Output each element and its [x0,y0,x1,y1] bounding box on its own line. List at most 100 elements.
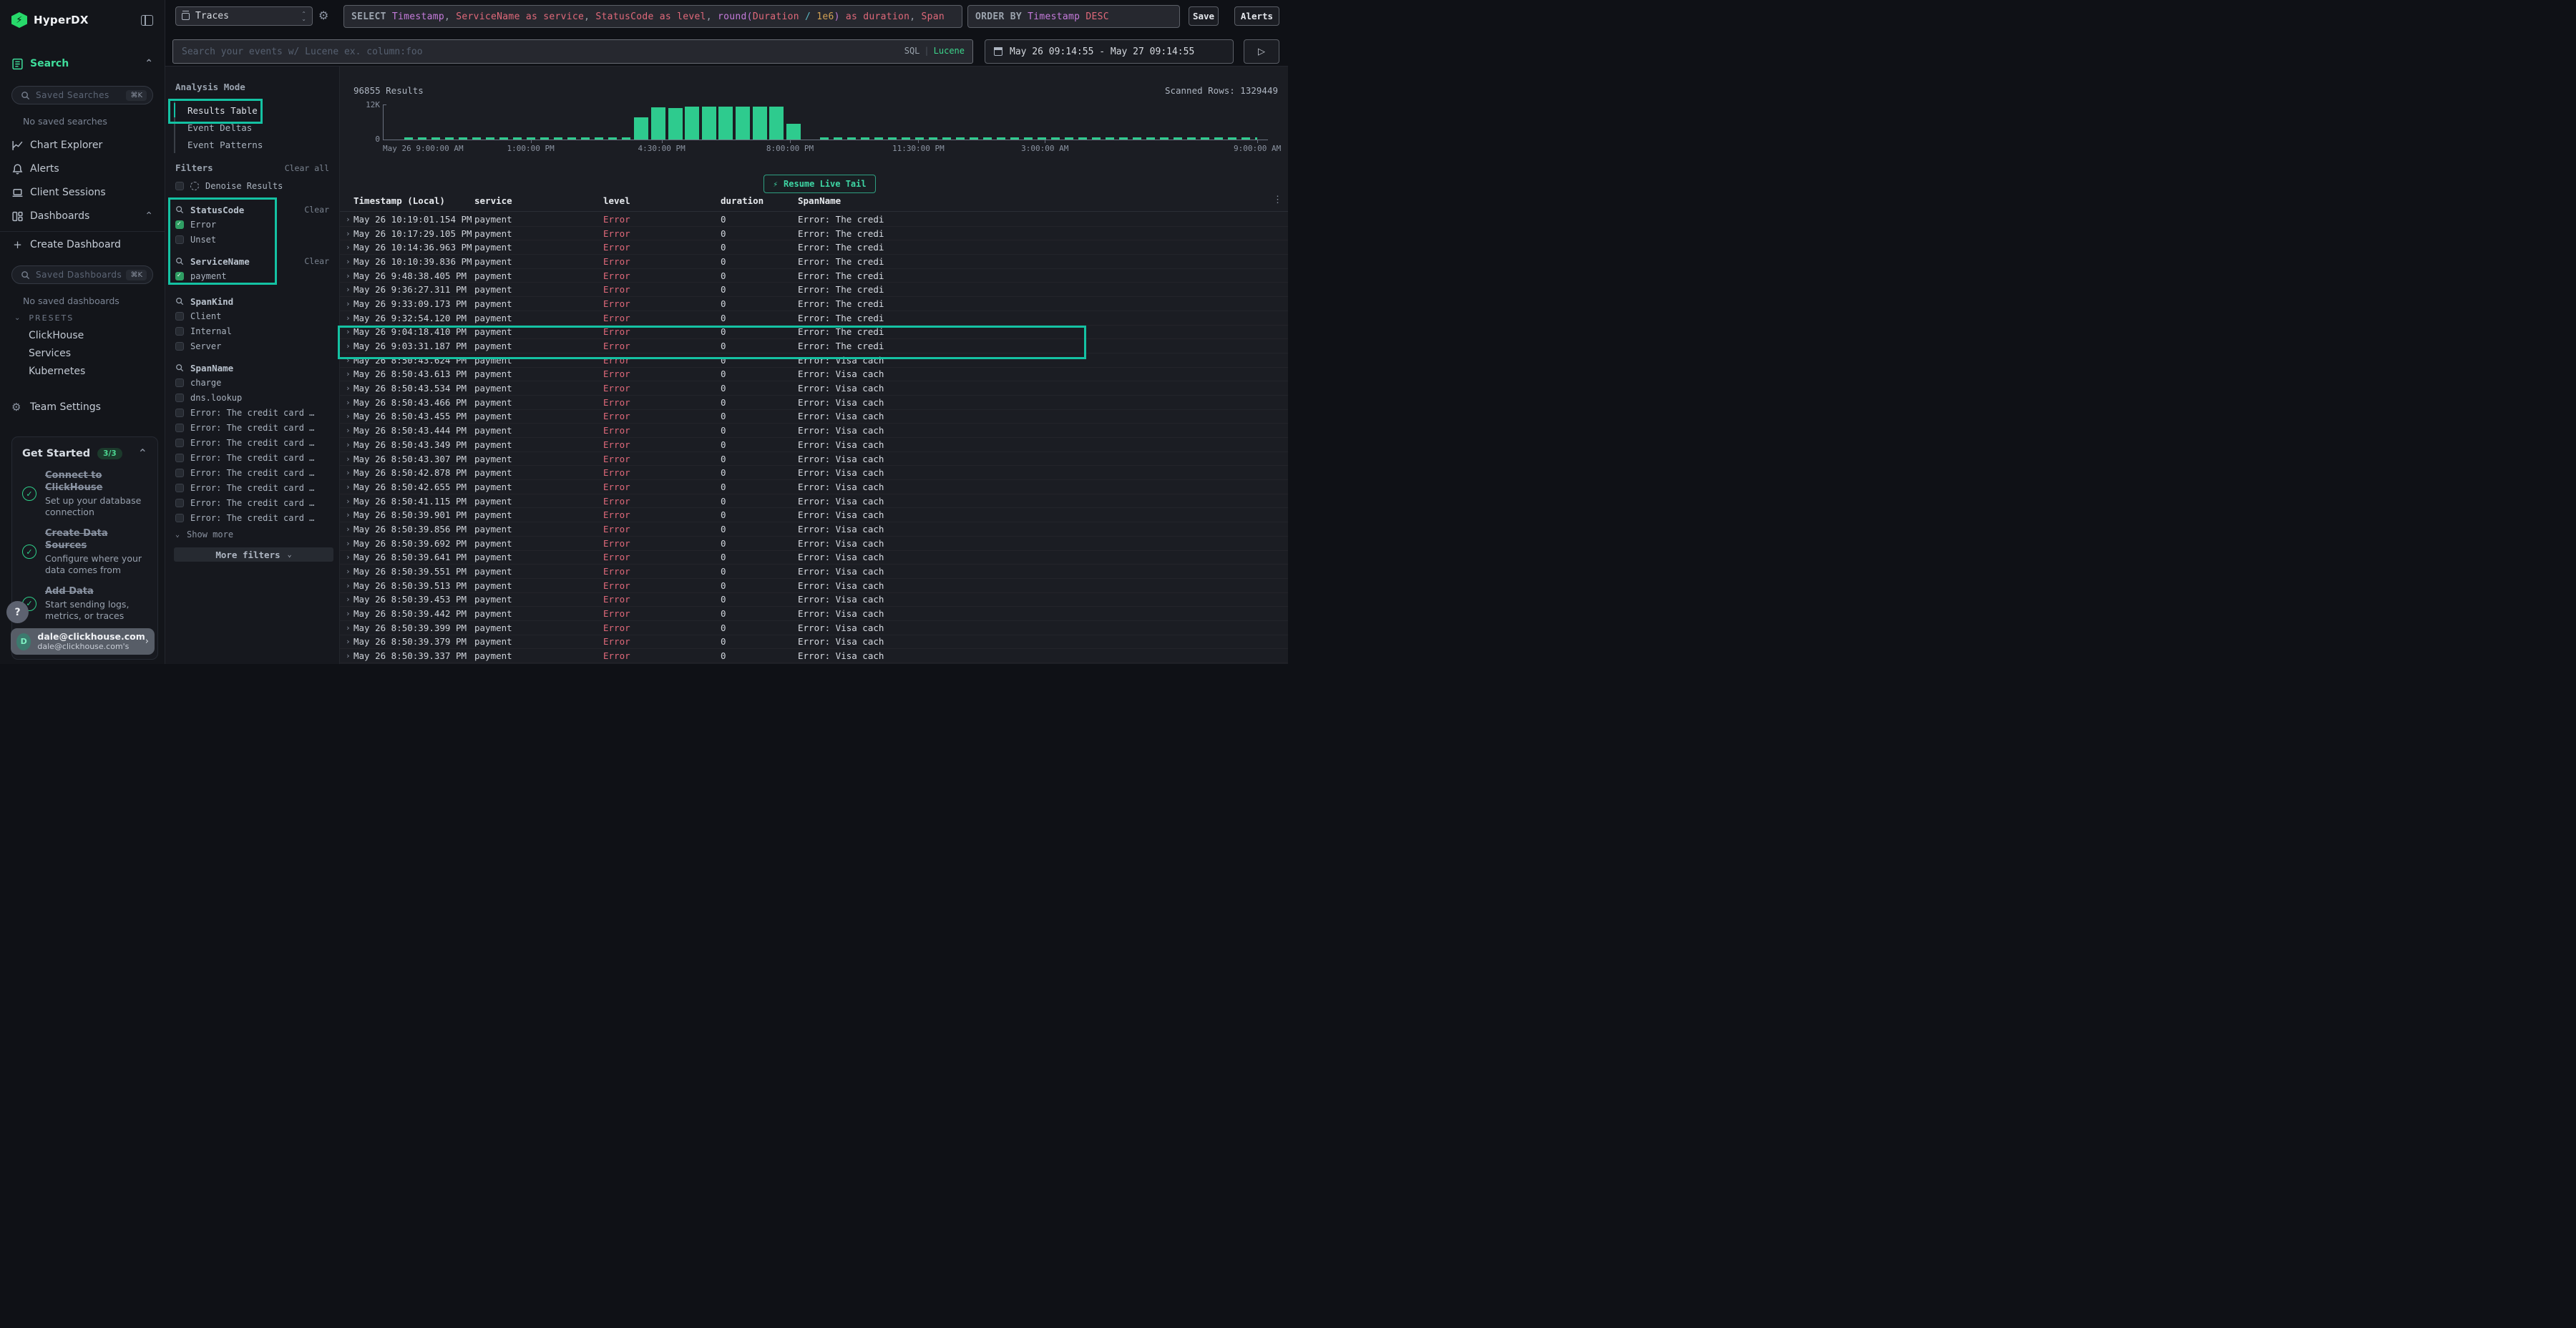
saved-dashboards-input[interactable]: Saved Dashboards ⌘K [11,265,153,284]
checkbox[interactable] [175,454,184,462]
user-menu[interactable]: D dale@clickhouse.com dale@clickhouse.co… [11,628,155,655]
chevron-up-icon[interactable]: ⌃ [145,58,153,69]
chevron-up-icon[interactable]: ⌃ [145,210,153,222]
show-more-button[interactable]: ⌄ Show more [175,529,329,540]
create-dashboard-button[interactable]: + Create Dashboard [0,234,165,255]
row-expander-icon[interactable]: › [346,313,353,323]
table-row[interactable]: › May 26 8:50:39.298 PM payment Error 0 … [340,663,1288,664]
row-expander-icon[interactable]: › [346,411,353,421]
table-row[interactable]: › May 26 10:17:29.105 PM payment Error 0… [340,227,1288,241]
saved-searches-input[interactable]: Saved Searches ⌘K [11,86,153,104]
filter-option[interactable]: Error: The credit card … [175,482,329,494]
table-row[interactable]: › May 26 10:10:39.836 PM payment Error 0… [340,255,1288,269]
filter-option[interactable]: payment [175,270,329,282]
histogram-bar[interactable] [702,107,716,140]
preset-dashboard-link[interactable]: ClickHouse [29,330,165,341]
table-row[interactable]: › May 26 8:50:43.466 PM payment Error 0 … [340,396,1288,410]
table-row[interactable]: › May 26 8:50:43.307 PM payment Error 0 … [340,452,1288,467]
checkbox[interactable] [175,409,184,417]
row-expander-icon[interactable]: › [346,539,353,548]
filter-option[interactable]: Error: The credit card … [175,422,329,434]
sidebar-item-team-settings[interactable]: ⚙ Team Settings [0,396,165,418]
table-row[interactable]: › May 26 8:50:39.337 PM payment Error 0 … [340,649,1288,663]
table-row[interactable]: › May 26 8:50:39.692 PM payment Error 0 … [340,537,1288,551]
table-row[interactable]: › May 26 8:50:43.624 PM payment Error 0 … [340,353,1288,368]
row-expander-icon[interactable]: › [346,497,353,506]
search-icon[interactable] [175,297,184,306]
checkbox[interactable] [175,182,184,190]
chevron-up-icon[interactable]: ⌃ [138,446,147,460]
row-expander-icon[interactable]: › [346,454,353,464]
table-row[interactable]: › May 26 8:50:43.444 PM payment Error 0 … [340,424,1288,438]
checkbox[interactable] [175,439,184,447]
help-button[interactable]: ? [6,601,29,623]
histogram-bar[interactable] [718,107,733,140]
sidebar-collapse-icon[interactable] [141,15,153,26]
analysis-mode-option[interactable]: Event Deltas [175,119,329,136]
checkbox[interactable] [175,327,184,336]
row-expander-icon[interactable]: › [346,327,353,336]
row-expander-icon[interactable]: › [346,567,353,576]
search-input[interactable] [172,39,973,64]
filter-option[interactable]: Unset [175,234,329,245]
column-header-level[interactable]: level [603,195,721,206]
results-histogram[interactable]: 12K 0 May 26 9:00:00 AM1:00:00 PM4:30:00… [340,100,1288,154]
sql-select-input[interactable]: SELECT Timestamp, ServiceName as service… [343,5,962,28]
source-select[interactable]: Traces ⌃⌄ [175,6,313,26]
row-expander-icon[interactable]: › [346,482,353,492]
histogram-bar[interactable] [736,107,750,140]
table-row[interactable]: › May 26 8:50:42.878 PM payment Error 0 … [340,466,1288,480]
histogram-bar[interactable] [651,107,665,140]
table-row[interactable]: › May 26 9:04:18.410 PM payment Error 0 … [340,326,1288,340]
table-row[interactable]: › May 26 8:50:39.551 PM payment Error 0 … [340,565,1288,579]
checkbox[interactable] [175,312,184,321]
table-row[interactable]: › May 26 9:48:38.405 PM payment Error 0 … [340,269,1288,283]
sql-toggle[interactable]: SQL [904,46,920,56]
row-expander-icon[interactable]: › [346,285,353,294]
checkbox[interactable] [175,499,184,507]
table-row[interactable]: › May 26 8:50:43.349 PM payment Error 0 … [340,438,1288,452]
table-row[interactable]: › May 26 8:50:39.513 PM payment Error 0 … [340,579,1288,593]
sidebar-item-search[interactable]: Search ⌃ [0,52,165,76]
row-expander-icon[interactable]: › [346,384,353,393]
table-row[interactable]: › May 26 8:50:39.453 PM payment Error 0 … [340,593,1288,607]
row-expander-icon[interactable]: › [346,651,353,660]
checkbox[interactable] [175,394,184,402]
presets-section-toggle[interactable]: ⌄ PRESETS [14,312,153,323]
checkbox[interactable] [175,424,184,432]
checkbox[interactable] [175,469,184,477]
query-language-toggle[interactable]: SQL|Lucene [904,46,965,56]
table-row[interactable]: › May 26 8:50:41.115 PM payment Error 0 … [340,494,1288,509]
analysis-mode-option[interactable]: Event Patterns [175,136,329,153]
sidebar-item-alerts[interactable]: Alerts [0,158,165,180]
checkbox[interactable] [175,342,184,351]
column-header-service[interactable]: service [474,195,603,206]
table-row[interactable]: › May 26 9:36:27.311 PM payment Error 0 … [340,283,1288,297]
checkbox[interactable] [175,235,184,244]
histogram-bar[interactable] [786,124,801,140]
alerts-button[interactable]: Alerts [1234,6,1279,26]
search-icon[interactable] [175,363,184,372]
row-expander-icon[interactable]: › [346,243,353,252]
row-expander-icon[interactable]: › [346,271,353,280]
row-expander-icon[interactable]: › [346,369,353,379]
row-expander-icon[interactable]: › [346,510,353,519]
table-row[interactable]: › May 26 8:50:42.655 PM payment Error 0 … [340,480,1288,494]
filter-option[interactable]: Error: The credit card … [175,452,329,464]
table-options-icon[interactable]: ⋮ [1273,195,1282,205]
date-range-picker[interactable]: May 26 09:14:55 - May 27 09:14:55 [985,39,1234,64]
row-expander-icon[interactable]: › [346,581,353,590]
search-icon[interactable] [175,257,184,265]
get-started-step[interactable]: ✓ Add Data Start sending logs, metrics, … [22,585,147,622]
order-by-input[interactable]: ORDER BY Timestamp DESC [967,5,1180,28]
table-row[interactable]: › May 26 8:50:39.399 PM payment Error 0 … [340,621,1288,635]
search-icon[interactable] [175,205,184,214]
table-row[interactable]: › May 26 10:14:36.963 PM payment Error 0… [340,240,1288,255]
row-expander-icon[interactable]: › [346,356,353,365]
table-row[interactable]: › May 26 9:32:54.120 PM payment Error 0 … [340,311,1288,326]
row-expander-icon[interactable]: › [346,524,353,534]
get-started-header[interactable]: Get Started 3/3 ⌃ [22,446,147,460]
histogram-bar[interactable] [685,107,699,140]
preset-dashboard-link[interactable]: Services [29,348,165,359]
row-expander-icon[interactable]: › [346,440,353,449]
